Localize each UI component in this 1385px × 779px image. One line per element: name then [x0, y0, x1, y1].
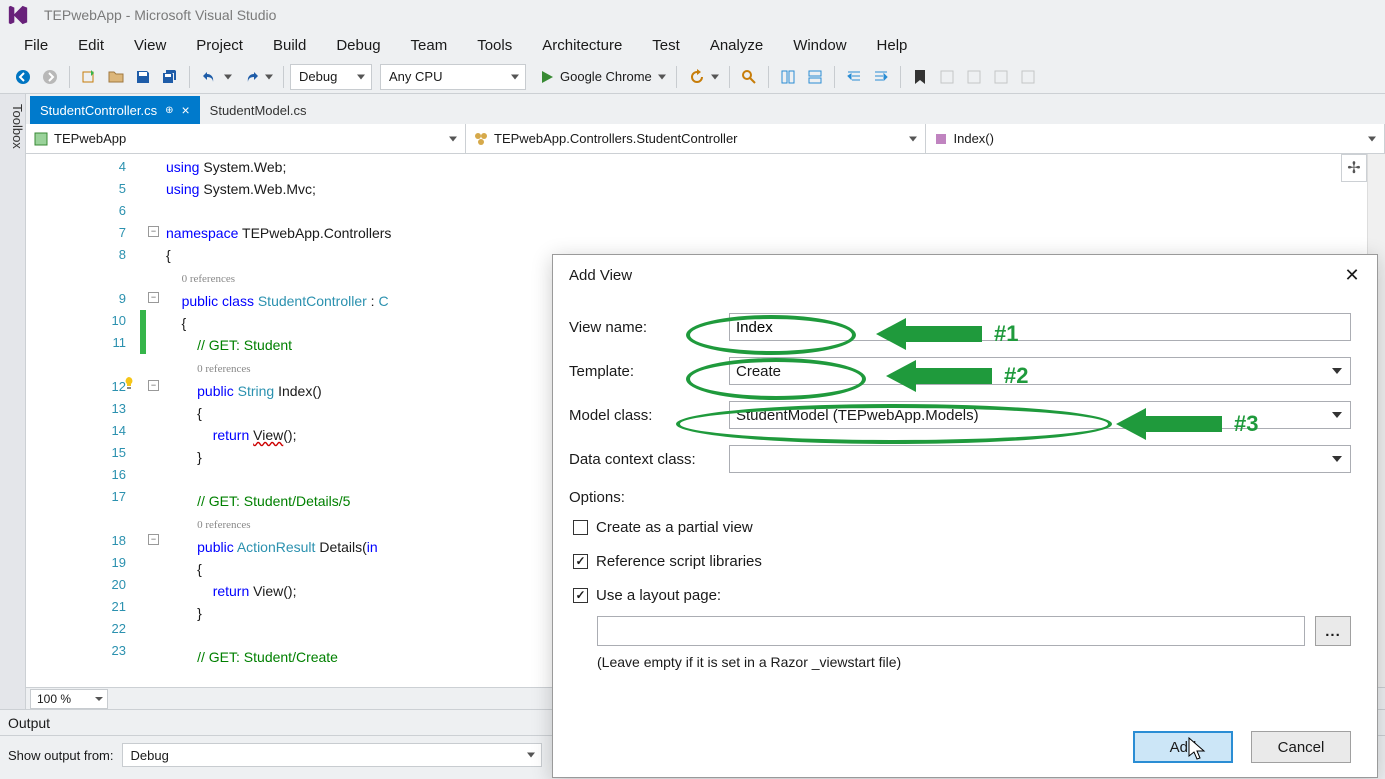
menu-architecture[interactable]: Architecture — [528, 32, 636, 59]
visual-studio-logo-icon — [6, 4, 30, 26]
fold-toggle[interactable]: − — [148, 226, 159, 237]
member-dropdown[interactable]: Index() — [926, 124, 1385, 153]
title-bar: TEPwebApp - Microsoft Visual Studio — [0, 0, 1385, 30]
main-toolbar: Debug Any CPU Google Chrome — [0, 60, 1385, 94]
bookmark-button[interactable] — [907, 64, 933, 90]
options-label: Options: — [569, 489, 1351, 506]
dialog-close-button[interactable]: ✕ — [1337, 262, 1367, 288]
menu-debug[interactable]: Debug — [322, 32, 394, 59]
start-debug-button[interactable]: Google Chrome — [534, 64, 670, 90]
data-context-dropdown[interactable] — [729, 445, 1351, 473]
solution-config-dropdown[interactable]: Debug — [290, 64, 372, 90]
script-libs-checkbox[interactable] — [573, 554, 588, 569]
project-icon — [34, 132, 48, 146]
tool-button-5[interactable] — [988, 64, 1014, 90]
template-label: Template: — [569, 363, 719, 380]
data-context-label: Data context class: — [569, 451, 719, 468]
fold-toggle[interactable]: − — [148, 534, 159, 545]
split-button[interactable]: ✢ — [1341, 154, 1367, 182]
pin-icon[interactable]: ⊕ — [165, 105, 173, 116]
tool-button-6[interactable] — [1015, 64, 1041, 90]
project-dropdown[interactable]: TEPwebApp — [26, 124, 466, 153]
undo-button[interactable] — [196, 64, 236, 90]
script-libs-label: Reference script libraries — [596, 553, 762, 570]
dialog-title: Add View — [569, 267, 632, 284]
model-class-label: Model class: — [569, 407, 719, 424]
layout-page-checkbox[interactable] — [573, 588, 588, 603]
view-name-label: View name: — [569, 319, 719, 336]
menu-help[interactable]: Help — [863, 32, 922, 59]
output-from-label: Show output from: — [8, 748, 114, 763]
menu-edit[interactable]: Edit — [64, 32, 118, 59]
menu-test[interactable]: Test — [638, 32, 694, 59]
save-button[interactable] — [130, 64, 156, 90]
indent-decrease-button[interactable] — [841, 64, 867, 90]
tab-student-controller[interactable]: StudentController.cs ⊕ × — [30, 96, 200, 124]
browse-layout-button[interactable]: ... — [1315, 616, 1351, 646]
menu-analyze[interactable]: Analyze — [696, 32, 777, 59]
redo-button[interactable] — [237, 64, 277, 90]
close-tab-icon[interactable]: × — [181, 102, 189, 118]
class-dropdown[interactable]: TEPwebApp.Controllers.StudentController — [466, 124, 926, 153]
output-source-dropdown[interactable]: Debug — [122, 743, 542, 767]
new-project-button[interactable] — [76, 64, 102, 90]
nav-forward-button[interactable] — [37, 64, 63, 90]
template-dropdown[interactable]: Create — [729, 357, 1351, 385]
find-button[interactable] — [736, 64, 762, 90]
model-class-dropdown[interactable]: StudentModel (TEPwebApp.Models) — [729, 401, 1351, 429]
menu-project[interactable]: Project — [182, 32, 257, 59]
play-icon — [540, 70, 554, 84]
tab-student-model[interactable]: StudentModel.cs — [200, 96, 317, 124]
method-icon — [934, 132, 948, 146]
browser-refresh-button[interactable] — [683, 64, 723, 90]
layout-page-label: Use a layout page: — [596, 587, 721, 604]
menu-view[interactable]: View — [120, 32, 180, 59]
menu-build[interactable]: Build — [259, 32, 320, 59]
partial-view-label: Create as a partial view — [596, 519, 753, 536]
fold-toggle[interactable]: − — [148, 292, 159, 303]
class-icon — [474, 132, 488, 146]
menu-file[interactable]: File — [10, 32, 62, 59]
partial-view-checkbox[interactable] — [573, 520, 588, 535]
fold-toggle[interactable]: − — [148, 380, 159, 391]
layout-hint: (Leave empty if it is set in a Razor _vi… — [569, 654, 1351, 670]
change-marker — [140, 310, 146, 354]
add-view-dialog: Add View ✕ View name: Template: Create M… — [552, 254, 1378, 778]
tool-button-4[interactable] — [961, 64, 987, 90]
tool-button-3[interactable] — [934, 64, 960, 90]
solution-platform-dropdown[interactable]: Any CPU — [380, 64, 526, 90]
add-button[interactable]: Add — [1133, 731, 1233, 763]
menu-tools[interactable]: Tools — [463, 32, 526, 59]
save-all-button[interactable] — [157, 64, 183, 90]
view-name-input[interactable] — [729, 313, 1351, 341]
indent-increase-button[interactable] — [868, 64, 894, 90]
zoom-dropdown[interactable]: 100 % — [30, 689, 108, 709]
nav-back-button[interactable] — [10, 64, 36, 90]
editor-nav-bar: TEPwebApp TEPwebApp.Controllers.StudentC… — [26, 124, 1385, 154]
menu-team[interactable]: Team — [397, 32, 462, 59]
tool-button-2[interactable] — [802, 64, 828, 90]
window-title: TEPwebApp - Microsoft Visual Studio — [44, 7, 276, 23]
document-tabs: StudentController.cs ⊕ × StudentModel.cs — [26, 94, 1385, 124]
cancel-button[interactable]: Cancel — [1251, 731, 1351, 763]
open-file-button[interactable] — [103, 64, 129, 90]
toolbox-panel-tab[interactable]: Toolbox — [0, 94, 26, 709]
tool-button-1[interactable] — [775, 64, 801, 90]
menu-window[interactable]: Window — [779, 32, 860, 59]
menu-bar: FileEditViewProjectBuildDebugTeamToolsAr… — [0, 30, 1385, 60]
layout-page-input[interactable] — [597, 616, 1305, 646]
lightbulb-icon[interactable] — [122, 376, 136, 390]
